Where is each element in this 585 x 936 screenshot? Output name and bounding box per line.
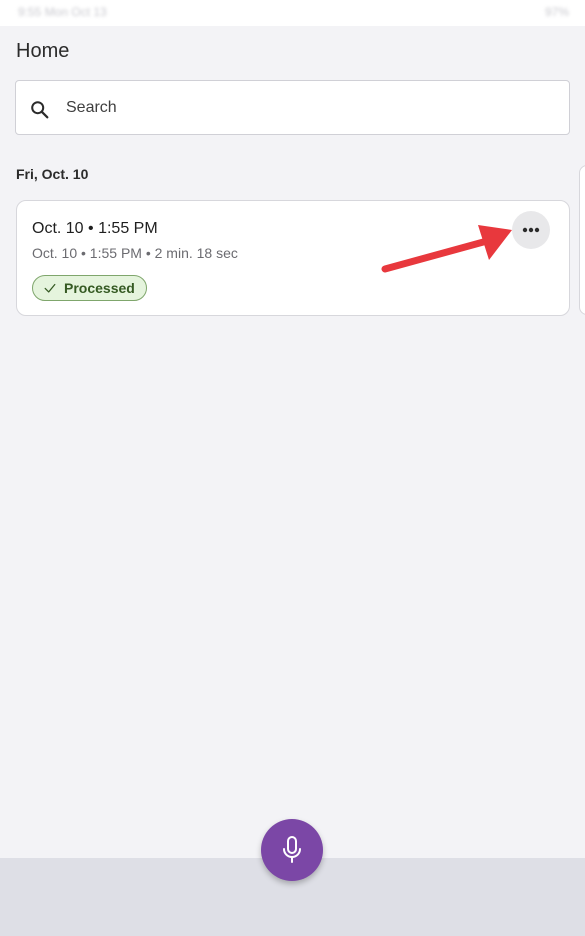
microphone-icon [283,836,301,863]
status-bar-time: 9:55 Mon Oct 13 [18,5,107,19]
check-icon [44,283,56,293]
search-placeholder: Search [66,99,117,116]
status-bar-battery: 97% [544,5,569,19]
record-button[interactable] [261,819,323,881]
app-screen: 9:55 Mon Oct 13 97% Home Search Fri, Oct… [0,0,585,936]
annotation-arrow [381,225,512,273]
recording-card[interactable]: Oct. 10 • 1:55 PM Oct. 10 • 1:55 PM • 2 … [16,200,570,316]
status-bar: 9:55 Mon Oct 13 97% [0,0,585,26]
recording-title: Oct. 10 • 1:55 PM [32,220,158,237]
search-input[interactable]: Search [15,80,570,135]
processed-status-badge: Processed [32,275,147,301]
date-group-header: Fri, Oct. 10 [16,166,89,182]
recording-details: Oct. 10 • 1:55 PM • 2 min. 18 sec [32,245,238,261]
side-panel-edge [579,165,585,315]
status-badge-label: Processed [64,280,135,296]
more-options-button[interactable] [512,211,550,249]
page-title: Home [16,40,70,62]
search-icon [31,101,49,119]
more-horizontal-icon [522,227,540,233]
